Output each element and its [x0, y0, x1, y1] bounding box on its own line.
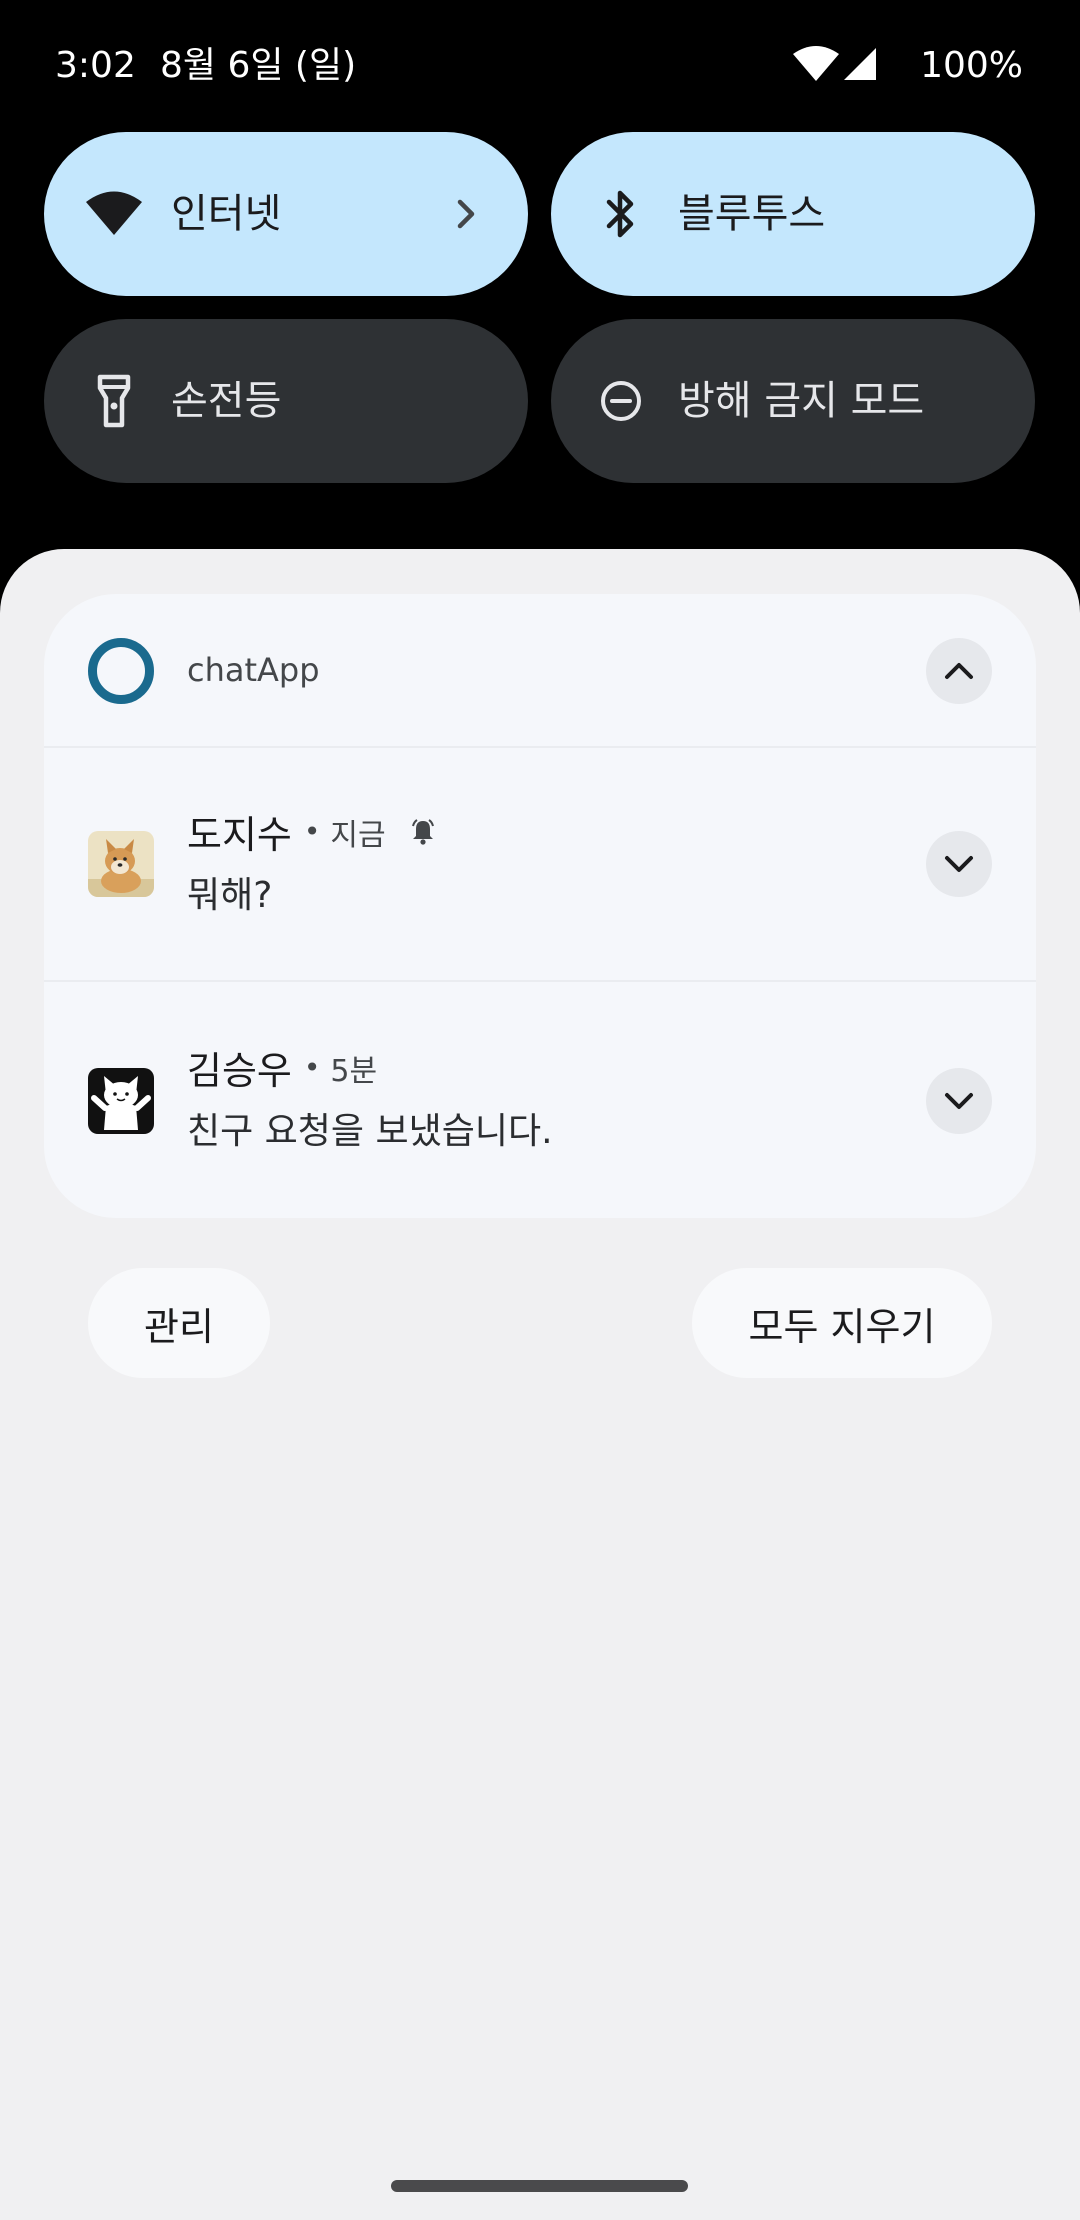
tile-bluetooth-label: 블루투스	[678, 191, 826, 237]
white-cat-avatar	[88, 1068, 154, 1134]
notification-time: 지금	[330, 817, 386, 853]
notification-item[interactable]: 도지수 • 지금 뭐해?	[44, 748, 1036, 982]
tile-flashlight-label: 손전등	[171, 378, 282, 424]
status-bar: 3:02 8월 6일 (일) 100%	[0, 0, 1080, 136]
cell-signal-icon	[844, 48, 876, 80]
notification-group-card: chatApp 도지수 • 지금 뭐해? 김승우 • 5분 친구 요청을 보냈습…	[44, 594, 1036, 1218]
app-name: chatApp	[187, 651, 320, 689]
notification-group-header[interactable]: chatApp	[44, 594, 1036, 748]
notification-item[interactable]: 김승우 • 5분 친구 요청을 보냈습니다.	[44, 984, 1036, 1218]
manage-button[interactable]: 관리	[88, 1268, 270, 1378]
tile-do-not-disturb[interactable]: 방해 금지 모드	[551, 319, 1035, 483]
notification-time: 5분	[330, 1053, 378, 1089]
separator-dot: •	[303, 815, 321, 848]
notification-title-line: 김승우 • 5분	[187, 1040, 377, 1095]
status-date: 8월 6일 (일)	[160, 45, 357, 86]
status-time: 3:02	[55, 45, 136, 86]
tile-do-not-disturb-label: 방해 금지 모드	[678, 378, 925, 424]
chevron-down-icon	[945, 856, 973, 872]
chevron-right-icon	[457, 199, 475, 229]
chatapp-icon	[88, 638, 154, 704]
alerting-bell-icon	[411, 818, 434, 845]
separator-dot: •	[303, 1051, 321, 1084]
tile-internet-label: 인터넷	[171, 191, 282, 237]
chevron-down-icon	[945, 1093, 973, 1109]
home-gesture-bar[interactable]	[391, 2180, 688, 2192]
collapse-button[interactable]	[926, 638, 992, 704]
tile-internet[interactable]: 인터넷	[44, 132, 528, 296]
battery-percentage: 100%	[920, 45, 1023, 86]
wifi-icon	[84, 184, 144, 244]
wifi-icon	[793, 46, 839, 81]
notification-title-line: 도지수 • 지금	[187, 804, 438, 859]
tile-bluetooth[interactable]: 블루투스	[551, 132, 1035, 296]
sender-name: 김승우	[187, 1049, 292, 1093]
expand-button[interactable]	[926, 831, 992, 897]
clear-all-button[interactable]: 모두 지우기	[692, 1268, 992, 1378]
shiba-dog-avatar	[88, 831, 154, 897]
expand-button[interactable]	[926, 1068, 992, 1134]
bluetooth-icon	[591, 184, 651, 244]
flashlight-icon	[84, 371, 144, 431]
notification-message: 뭐해?	[187, 875, 273, 916]
chevron-up-icon	[945, 663, 973, 679]
tile-flashlight[interactable]: 손전등	[44, 319, 528, 483]
sender-name: 도지수	[187, 813, 292, 857]
do-not-disturb-icon	[591, 371, 651, 431]
notification-message: 친구 요청을 보냈습니다.	[187, 1111, 553, 1152]
